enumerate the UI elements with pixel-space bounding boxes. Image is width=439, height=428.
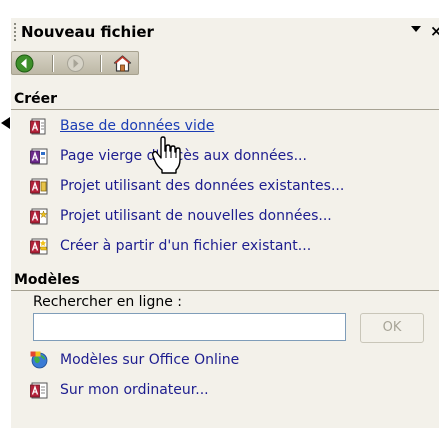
- data-access-page-icon: [30, 148, 48, 165]
- toolbar-separator: [52, 55, 54, 72]
- task-pane: Nouveau fichier × Créer Base de données …: [11, 18, 439, 428]
- section-header-templates: Modèles: [11, 271, 439, 291]
- project-existing-data-icon: [30, 178, 48, 195]
- forward-arrow-icon[interactable]: [66, 54, 85, 73]
- home-icon[interactable]: [113, 54, 132, 73]
- section-header-create: Créer: [11, 90, 439, 110]
- from-existing-file-icon: [30, 238, 48, 255]
- dropdown-arrow-icon[interactable]: [411, 26, 421, 32]
- ok-button[interactable]: OK: [360, 313, 424, 343]
- section-title-create: Créer: [14, 91, 58, 107]
- my-computer-templates-icon: [30, 382, 48, 399]
- create-item-project-existing-data[interactable]: Projet utilisant des données existantes.…: [30, 177, 439, 197]
- hand-cursor-icon: [151, 136, 181, 174]
- task-pane-title: Nouveau fichier: [21, 23, 154, 41]
- section-title-templates: Modèles: [14, 272, 80, 288]
- create-item-project-new-data[interactable]: Projet utilisant de nouvelles données...: [30, 207, 439, 227]
- project-new-data-icon: [30, 208, 48, 225]
- create-item-blank-database[interactable]: Base de données vide: [30, 117, 439, 137]
- search-online-input[interactable]: [33, 313, 346, 341]
- templates-item-label: Modèles sur Office Online: [60, 352, 240, 368]
- task-pane-title-bar: Nouveau fichier ×: [11, 18, 439, 48]
- drag-grip[interactable]: [14, 23, 16, 42]
- blank-database-icon: [30, 118, 46, 135]
- screen: Nouveau fichier × Créer Base de données …: [0, 0, 439, 428]
- create-item-data-access-page[interactable]: Page vierge d'accès aux données...: [30, 147, 439, 167]
- templates-item-office-online[interactable]: Modèles sur Office Online: [30, 351, 439, 371]
- search-online-label: Rechercher en ligne :: [33, 294, 182, 310]
- create-item-label: Projet utilisant des données existantes.…: [60, 178, 345, 194]
- navigation-toolbar: [11, 51, 139, 75]
- templates-item-my-computer[interactable]: Sur mon ordinateur...: [30, 381, 439, 401]
- create-item-from-existing-file[interactable]: Créer à partir d'un fichier existant...: [30, 237, 439, 257]
- templates-item-label: Sur mon ordinateur...: [60, 382, 209, 398]
- back-arrow-icon[interactable]: [15, 54, 34, 73]
- office-online-icon: [30, 351, 48, 369]
- create-item-label: Page vierge d'accès aux données...: [60, 148, 307, 164]
- create-item-label: Créer à partir d'un fichier existant...: [60, 238, 312, 254]
- close-icon[interactable]: ×: [430, 22, 439, 40]
- create-item-label: Base de données vide: [60, 118, 215, 134]
- toolbar-separator: [100, 55, 102, 72]
- create-item-label: Projet utilisant de nouvelles données...: [60, 208, 332, 224]
